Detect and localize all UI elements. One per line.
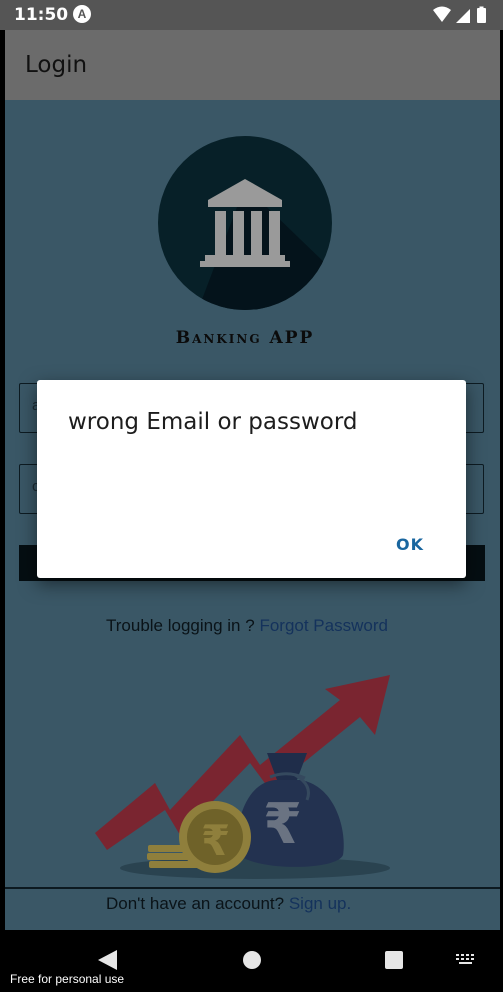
bottom-divider bbox=[5, 887, 500, 889]
page-title: Login bbox=[25, 52, 88, 78]
status-bar: 11:50 A bbox=[0, 0, 503, 30]
app-notification-icon: A bbox=[73, 5, 91, 23]
navigation-bar: Free for personal use bbox=[0, 930, 503, 987]
dialog-message: wrong Email or password bbox=[68, 409, 358, 435]
dialog-ok-button[interactable]: OK bbox=[396, 535, 424, 554]
watermark: Free for personal use bbox=[10, 972, 125, 986]
keyboard-icon bbox=[456, 954, 474, 964]
trouble-text: Trouble logging in ? bbox=[106, 616, 255, 635]
battery-icon bbox=[477, 8, 486, 23]
svg-text:₹: ₹ bbox=[201, 816, 230, 865]
app-bar: Login bbox=[5, 30, 500, 100]
no-account-text: Don't have an account? bbox=[106, 894, 285, 913]
money-bag-icon: ₹ bbox=[236, 753, 344, 867]
forgot-password-link[interactable]: Forgot Password bbox=[259, 616, 388, 635]
rupee-coin-icon: ₹ bbox=[179, 801, 251, 873]
signup-row: Don't have an account? Sign up. bbox=[106, 894, 351, 914]
back-icon bbox=[98, 950, 117, 970]
error-dialog: wrong Email or password OK bbox=[37, 380, 466, 578]
signup-link[interactable]: Sign up. bbox=[289, 894, 351, 913]
trouble-logging-row: Trouble logging in ? Forgot Password bbox=[106, 616, 388, 636]
status-system-icons bbox=[433, 6, 486, 23]
svg-text:₹: ₹ bbox=[263, 792, 302, 857]
wifi-icon bbox=[433, 6, 451, 22]
signal-icon bbox=[456, 9, 470, 23]
recents-icon bbox=[385, 951, 403, 969]
status-time: 11:50 bbox=[14, 5, 69, 25]
bank-building-icon bbox=[158, 136, 332, 310]
home-icon bbox=[243, 951, 261, 969]
logo-text: Banking APP bbox=[175, 328, 315, 348]
